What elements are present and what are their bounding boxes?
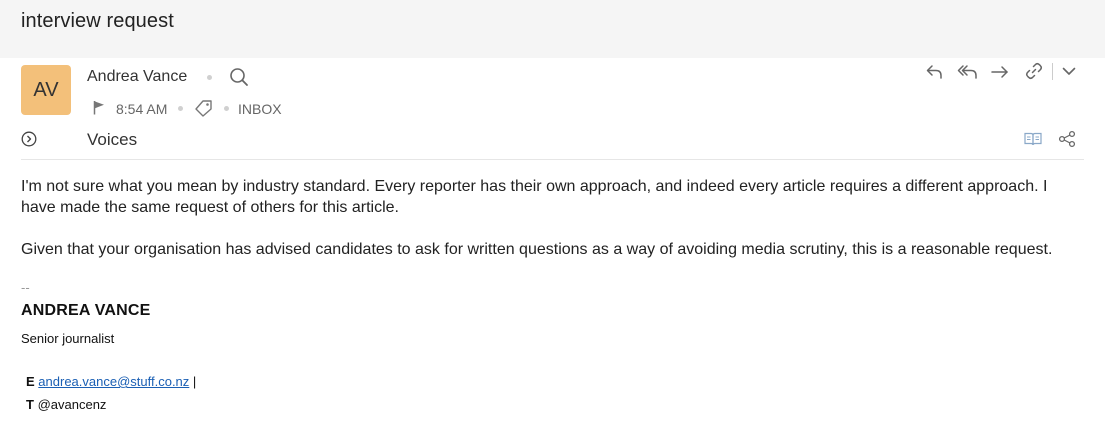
reply-icon[interactable] [924,61,946,83]
body-paragraph-1: I'm not sure what you mean by industry s… [21,178,1048,216]
email-subject: Voices [87,130,138,149]
share-icon[interactable] [1057,129,1077,149]
chevron-down-icon[interactable] [1059,61,1079,81]
separator-dot [178,106,183,111]
signature-name: ANDREA VANCE [21,302,151,319]
signature-email-suffix: | [192,374,197,389]
toolbar-divider [1052,63,1053,80]
sender-name[interactable]: Andrea Vance [87,68,187,86]
reply-all-icon[interactable] [956,61,980,83]
signature-twitter-line: T @avancenz [26,397,106,412]
signature-email-link[interactable]: andrea.vance@stuff.co.nz [38,374,189,389]
body-paragraph-2: Given that your organisation has advised… [21,241,1053,258]
email-time: 8:54 AM [116,101,168,117]
separator-dot [224,106,229,111]
signature-email-line: E andrea.vance@stuff.co.nz | [26,374,196,389]
signature-twitter-handle: @avancenz [37,397,107,412]
reader-view-icon[interactable] [1023,130,1043,148]
search-icon[interactable] [228,66,250,88]
signature-role: Senior journalist [21,331,115,346]
flag-icon[interactable] [92,98,106,116]
link-icon[interactable] [1023,60,1045,82]
avatar[interactable]: AV [21,65,71,115]
folder-label[interactable]: INBOX [238,101,282,117]
signature-email-label: E [26,374,35,389]
header-divider [21,159,1084,160]
title-bar: interview request [0,0,1105,58]
tag-icon[interactable] [193,98,215,118]
separator-dot [207,75,212,80]
email-title: interview request [21,10,174,32]
expand-details-icon[interactable] [20,130,38,148]
signature-separator: -- [21,280,30,295]
email-body: I'm not sure what you mean by industry s… [21,176,1071,260]
signature-twitter-label: T [26,397,34,412]
forward-icon[interactable] [989,61,1011,83]
